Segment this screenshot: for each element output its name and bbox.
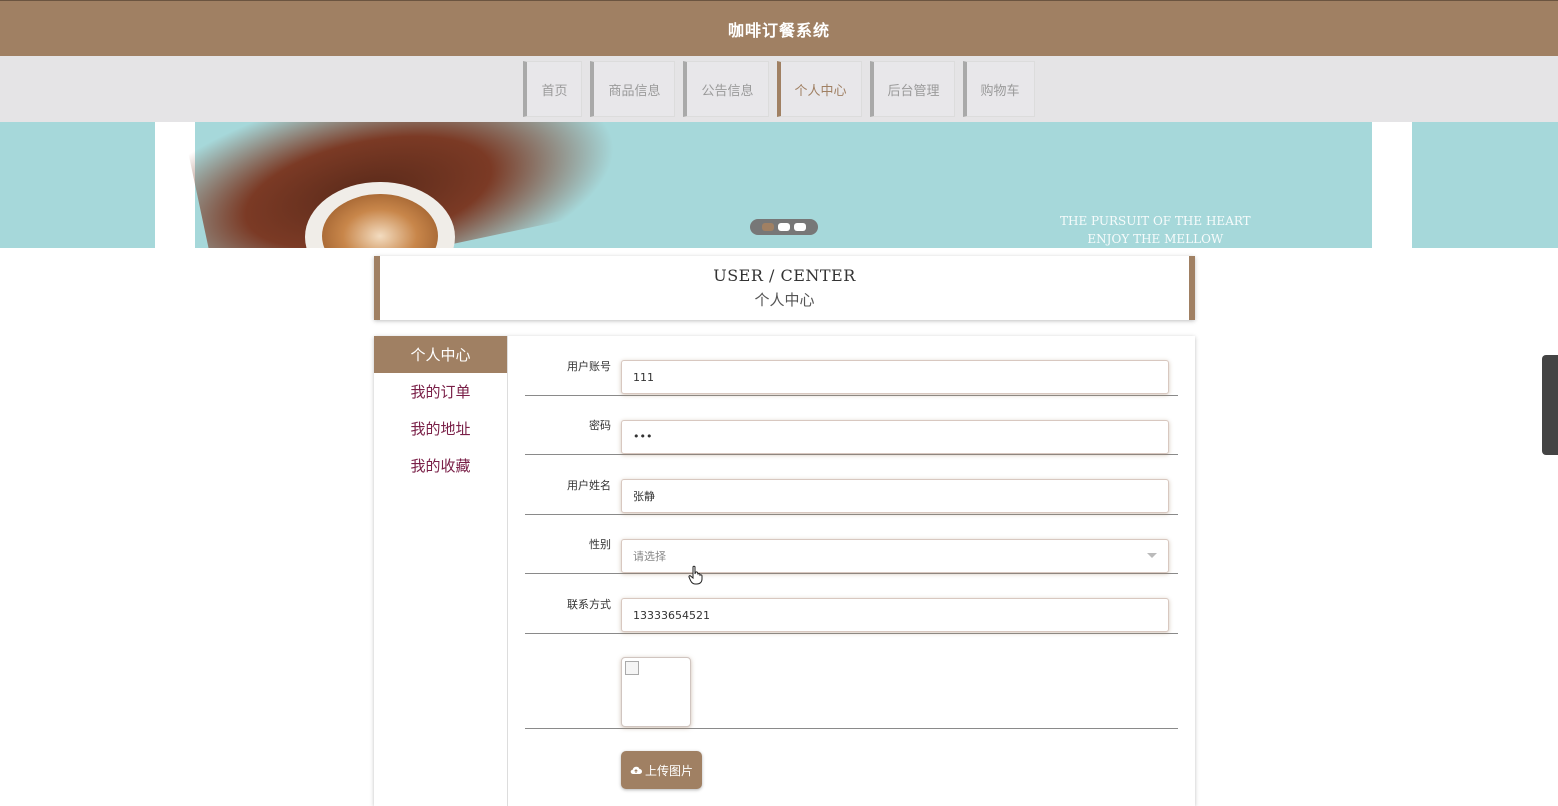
upload-image-button[interactable]: 上传图片 [621, 751, 703, 789]
banner-text-line-2: ENJOY THE MELLOW [1087, 232, 1224, 246]
avatar-preview [621, 657, 691, 727]
password-label: 密码 [589, 419, 611, 432]
name-input[interactable]: 张静 [621, 479, 1169, 513]
banner-text: THE PURSUIT OF THE HEART ENJOY THE MELLO… [1060, 212, 1251, 248]
form-row-gender: 性别 请选择 [525, 515, 1178, 574]
nav-item-user-center[interactable]: 个人中心 [776, 61, 862, 117]
banner-text-line-1: THE PURSUIT OF THE HEART [1060, 214, 1251, 228]
form-row-name: 用户姓名 张静 [525, 455, 1178, 515]
password-input[interactable]: ••• [621, 419, 1169, 454]
nav-item-products[interactable]: 商品信息 [590, 61, 676, 117]
section-title-en: USER / CENTER [713, 266, 856, 285]
name-label: 用户姓名 [567, 478, 611, 492]
form-row-phone: 联系方式 13333654521 [525, 574, 1178, 634]
nav-item-admin[interactable]: 后台管理 [869, 61, 955, 117]
chevron-down-icon [1147, 553, 1157, 558]
nav-item-notices[interactable]: 公告信息 [683, 61, 769, 117]
banner-carousel: THE PURSUIT OF THE HEART ENJOY THE MELLO… [0, 122, 1558, 248]
account-input[interactable]: 111 [621, 360, 1169, 394]
cloud-upload-icon [630, 766, 642, 775]
main-nav: 首页 商品信息 公告信息 个人中心 后台管理 购物车 [0, 56, 1558, 122]
sidebar-item-user-center[interactable]: 个人中心 [374, 336, 507, 373]
nav-item-cart[interactable]: 购物车 [962, 61, 1035, 117]
carousel-dot-2[interactable] [778, 223, 790, 231]
sidebar-item-my-orders[interactable]: 我的订单 [374, 373, 507, 410]
sidebar-item-my-favorites[interactable]: 我的收藏 [374, 447, 507, 484]
form-row-account: 用户账号 111 [525, 336, 1178, 396]
form-row-password: 密码 ••• [525, 396, 1178, 455]
hand-pointer-icon [688, 565, 703, 585]
app-header: 咖啡订餐系统 [0, 0, 1558, 56]
banner-frame-right [1372, 122, 1412, 248]
nav-item-home[interactable]: 首页 [523, 61, 583, 117]
section-title-zh: 个人中心 [754, 291, 815, 309]
sidebar-item-my-address[interactable]: 我的地址 [374, 410, 507, 447]
app-title: 咖啡订餐系统 [727, 20, 830, 40]
section-header: USER / CENTER 个人中心 [374, 256, 1195, 320]
account-label: 用户账号 [567, 359, 611, 373]
carousel-dot-3[interactable] [794, 223, 806, 231]
user-sidebar: 个人中心 我的订单 我的地址 我的收藏 [374, 336, 508, 806]
user-center-panel: 个人中心 我的订单 我的地址 我的收藏 用户账号 111 密码 ••• 用户姓名… [374, 336, 1195, 806]
carousel-dot-1[interactable] [762, 223, 774, 231]
broken-image-icon [625, 661, 639, 675]
profile-form: 用户账号 111 密码 ••• 用户姓名 张静 性别 请选择 联系方式 1333… [525, 336, 1178, 789]
upload-image-label: 上传图片 [645, 763, 694, 778]
gender-label: 性别 [589, 538, 611, 551]
carousel-indicators [750, 219, 818, 235]
phone-input[interactable]: 13333654521 [621, 598, 1169, 632]
gender-select-value: 请选择 [633, 549, 666, 563]
phone-label: 联系方式 [567, 597, 611, 611]
floating-side-tab[interactable] [1542, 355, 1558, 455]
